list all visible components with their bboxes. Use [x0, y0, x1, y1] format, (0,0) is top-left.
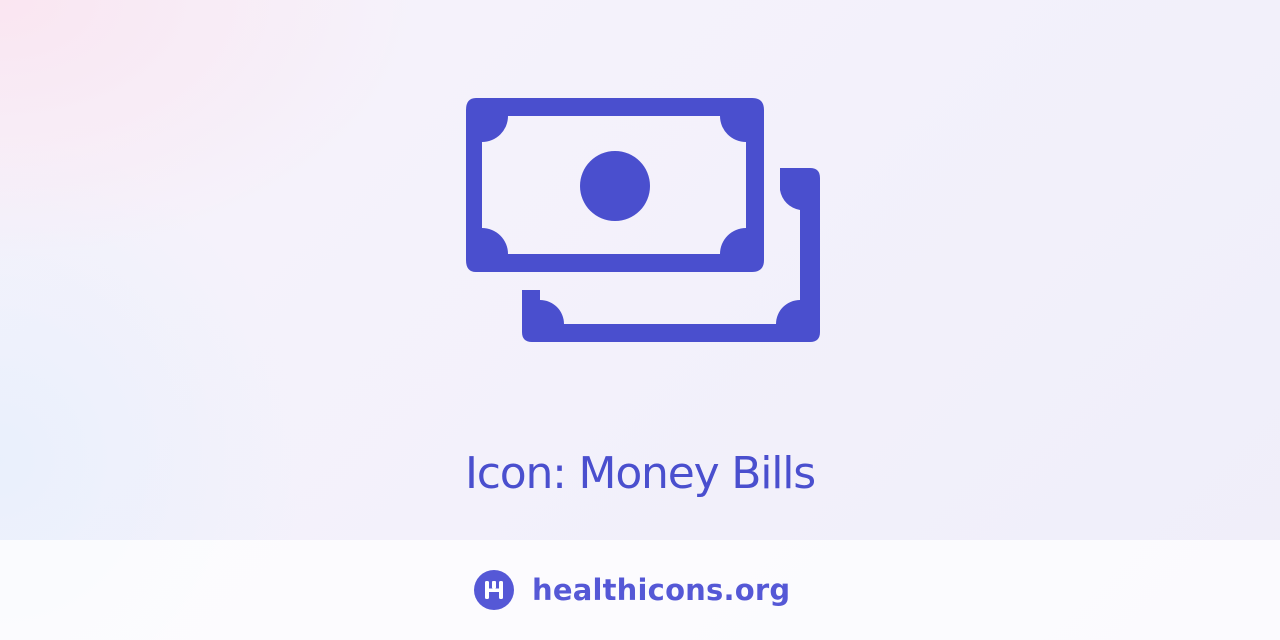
- healthicons-logo-icon: [474, 570, 514, 610]
- site-name: healthicons.org: [532, 573, 791, 607]
- page-title: Icon: Money Bills: [464, 448, 816, 499]
- footer: healthicons.org: [0, 540, 1280, 640]
- money-bills-icon: [464, 96, 822, 346]
- brand-link[interactable]: healthicons.org: [474, 569, 790, 611]
- bill-center-circle: [580, 151, 650, 221]
